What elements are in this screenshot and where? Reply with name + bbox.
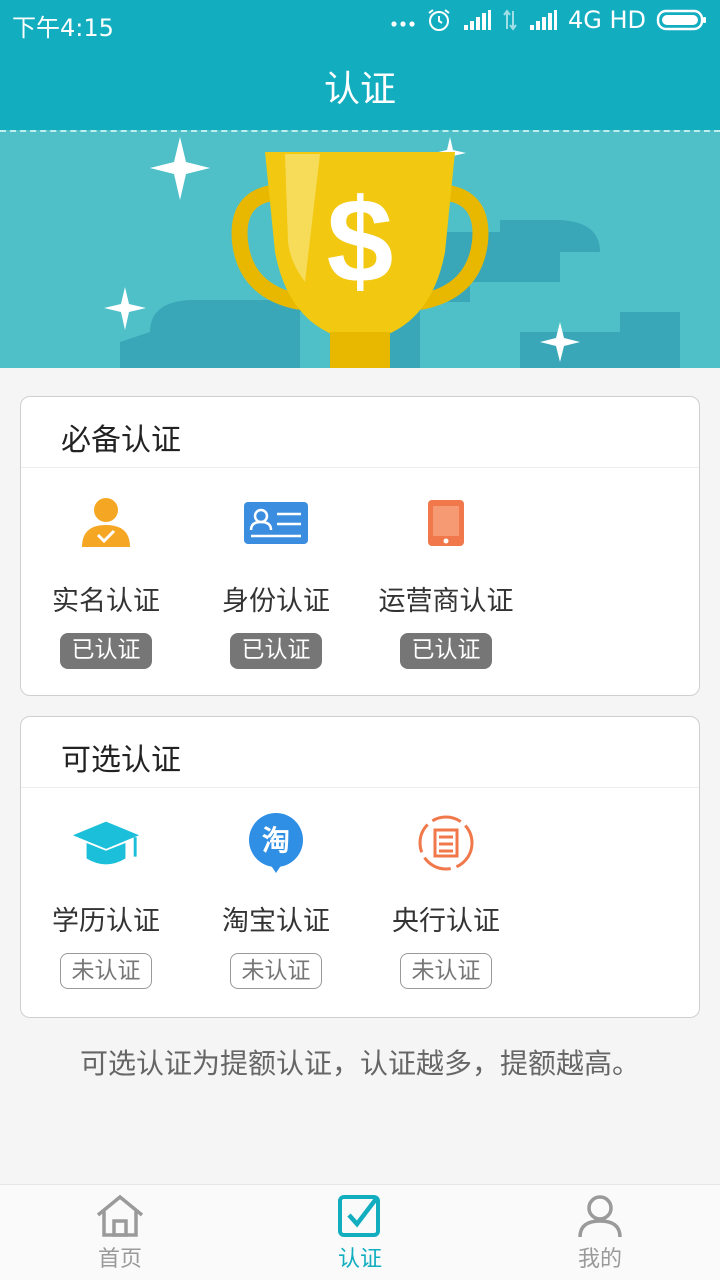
svg-text:$: $ — [327, 174, 394, 308]
cert-item-carrier[interactable]: 运营商认证 已认证 — [361, 483, 531, 683]
trophy-banner: $ — [0, 130, 720, 368]
central-bank-icon — [411, 813, 481, 873]
person-check-icon — [71, 493, 141, 553]
taobao-glyph: 淘 — [262, 824, 290, 857]
alarm-icon — [426, 7, 452, 33]
nav-item-mine[interactable]: 我的 — [480, 1185, 720, 1280]
more-dots-icon — [390, 10, 416, 30]
cert-label: 实名认证 — [52, 586, 160, 617]
cert-label: 央行认证 — [392, 906, 500, 937]
divider — [21, 787, 699, 788]
app-header: 认证 — [0, 48, 720, 130]
nav-label: 认证 — [337, 1247, 382, 1272]
cert-item-real-name[interactable]: 实名认证 已认证 — [21, 483, 191, 683]
required-certification-card: 必备认证 实名认证 已认证 身份认证 已认证 运营商认证 已认证 — [20, 396, 700, 696]
cert-label: 身份认证 — [222, 586, 330, 617]
nav-label: 首页 — [97, 1247, 142, 1272]
nav-item-home[interactable]: 首页 — [0, 1185, 240, 1280]
signal-icon — [462, 9, 492, 31]
checkbox-icon — [336, 1193, 384, 1243]
divider — [21, 467, 699, 468]
section-title: 必备认证 — [61, 423, 181, 458]
home-icon — [94, 1193, 146, 1243]
page-title: 认证 — [323, 69, 396, 110]
cert-item-taobao[interactable]: 淘 淘宝认证 未认证 — [191, 803, 361, 1003]
cert-label: 学历认证 — [52, 906, 160, 937]
taobao-icon: 淘 — [241, 813, 311, 873]
status-time: 下午4:15 — [12, 14, 114, 42]
cert-label: 淘宝认证 — [222, 906, 330, 937]
status-badge: 未认证 — [400, 953, 492, 989]
nav-label: 我的 — [577, 1247, 622, 1272]
data-transfer-icon — [502, 9, 518, 31]
bottom-nav: 首页 认证 我的 — [0, 1184, 720, 1280]
footnote-text: 可选认证为提额认证，认证越多，提额越高。 — [79, 1047, 640, 1080]
status-indicators: 4G HD — [390, 6, 708, 34]
status-badge: 未认证 — [230, 953, 322, 989]
status-badge: 已认证 — [230, 633, 322, 669]
cert-item-education[interactable]: 学历认证 未认证 — [21, 803, 191, 1003]
cert-item-identity[interactable]: 身份认证 已认证 — [191, 483, 361, 683]
status-badge: 已认证 — [60, 633, 152, 669]
optional-certification-card: 可选认证 学历认证 未认证 淘 淘宝认证 未认证 央行认证 未认证 — [20, 716, 700, 1018]
mobile-phone-icon — [411, 493, 481, 553]
user-icon — [577, 1193, 623, 1243]
trophy-illustration: $ — [104, 137, 680, 368]
cert-label: 运营商认证 — [378, 586, 514, 617]
section-title: 可选认证 — [61, 743, 181, 778]
id-card-icon — [241, 493, 311, 553]
battery-icon — [656, 8, 708, 32]
graduation-cap-icon — [71, 813, 141, 873]
nav-item-certification[interactable]: 认证 — [240, 1185, 480, 1280]
network-label: 4G HD — [567, 6, 646, 34]
cert-item-central-bank[interactable]: 央行认证 未认证 — [361, 803, 531, 1003]
status-badge: 未认证 — [60, 953, 152, 989]
signal-icon-2 — [528, 9, 558, 31]
status-bar: 下午4:15 4G HD — [0, 0, 720, 48]
status-badge: 已认证 — [400, 633, 492, 669]
